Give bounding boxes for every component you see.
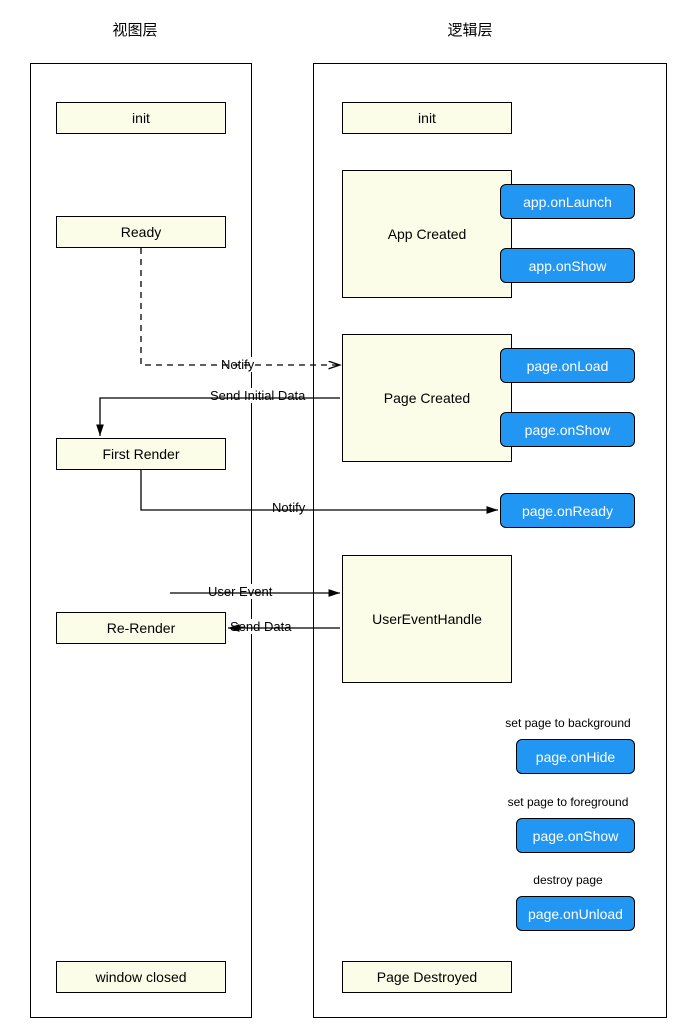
- caption-set-background: set page to background: [488, 716, 648, 730]
- event-page-onready: page.onReady: [500, 493, 635, 528]
- event-app-onshow: app.onShow: [500, 248, 635, 283]
- event-page-onshow-2: page.onShow: [516, 818, 635, 853]
- heading-view-layer: 视图层: [85, 19, 185, 40]
- view-init: init: [56, 102, 226, 134]
- view-first-render: First Render: [56, 438, 226, 470]
- view-ready: Ready: [56, 216, 226, 248]
- event-page-onhide: page.onHide: [516, 739, 635, 774]
- caption-destroy-page: destroy page: [488, 873, 648, 887]
- edge-label-notify-2: Notify: [270, 500, 307, 515]
- logic-page-destroyed: Page Destroyed: [342, 961, 512, 993]
- edge-label-send-data: Send Data: [228, 619, 293, 634]
- edge-label-send-initial: Send Initial Data: [208, 388, 307, 403]
- event-page-onload: page.onLoad: [500, 348, 635, 383]
- logic-app-created: App Created: [342, 170, 512, 298]
- logic-init: init: [342, 102, 512, 134]
- event-page-onshow: page.onShow: [500, 412, 635, 447]
- view-re-render: Re-Render: [56, 612, 226, 644]
- view-layer-column: [30, 63, 252, 1018]
- logic-page-created: Page Created: [342, 334, 512, 462]
- event-app-onlaunch: app.onLaunch: [500, 184, 635, 219]
- heading-logic-layer: 逻辑层: [420, 19, 520, 40]
- edge-label-user-event: User Event: [206, 584, 274, 599]
- view-window-closed: window closed: [56, 961, 226, 993]
- logic-user-event-handle: UserEventHandle: [342, 555, 512, 683]
- caption-set-foreground: set page to foreground: [488, 795, 648, 809]
- edge-label-notify-1: Notify: [219, 357, 256, 372]
- event-page-onunload: page.onUnload: [516, 896, 635, 931]
